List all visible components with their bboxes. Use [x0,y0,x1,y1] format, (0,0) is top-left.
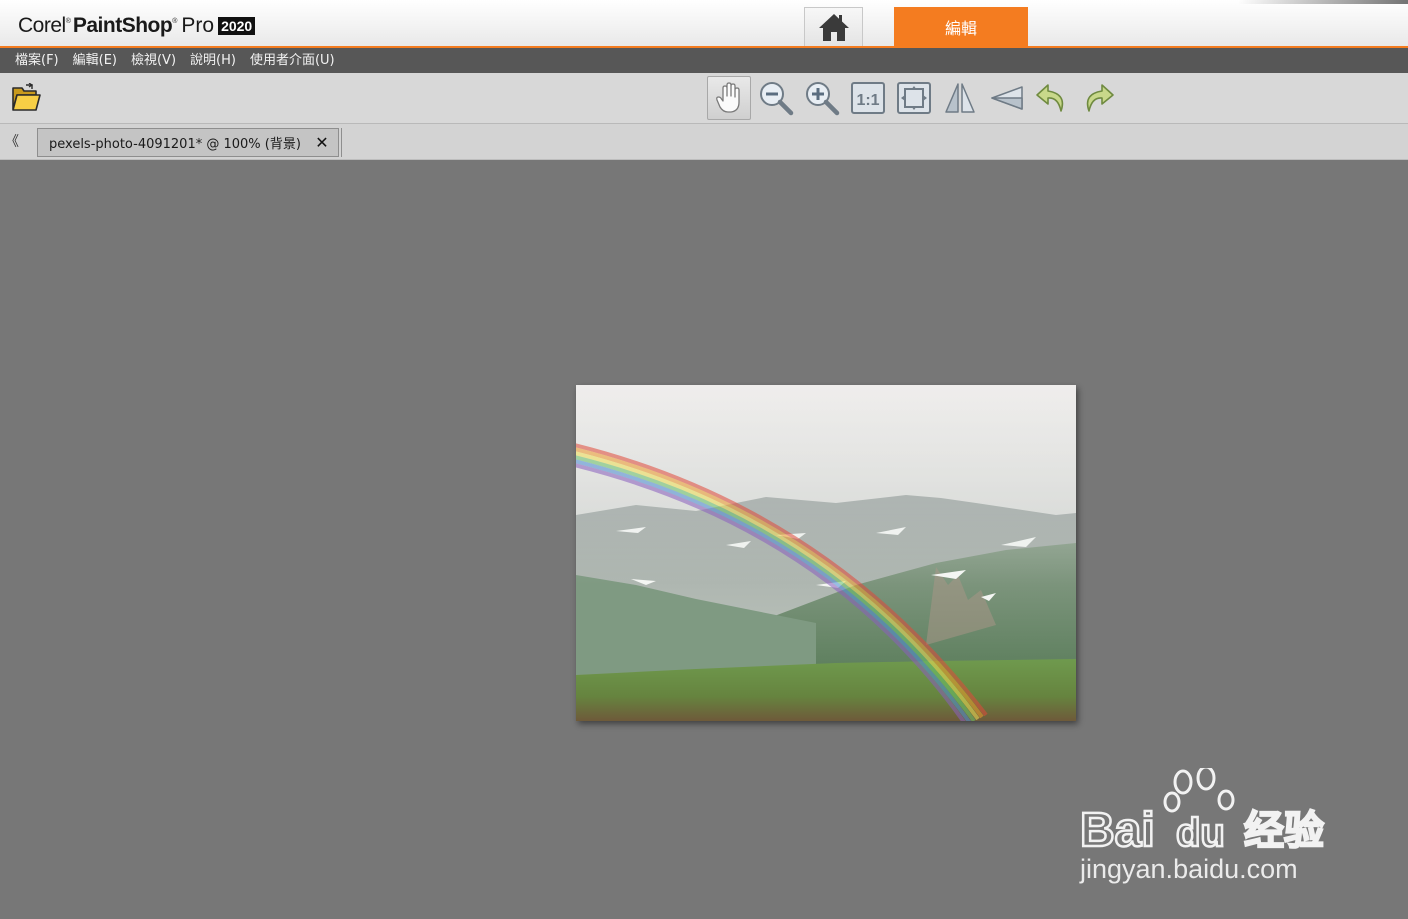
document-tab[interactable]: pexels-photo-4091201* @ 100% (背景) ✕ [37,128,339,157]
close-icon[interactable]: ✕ [312,133,332,153]
actual-size-button[interactable]: 1:1 [846,76,890,120]
zoom-out-icon [760,82,794,116]
perspective-button[interactable] [984,76,1028,120]
edit-workspace-tab[interactable]: 編輯 [894,7,1028,46]
actual-size-icon: 1:1 [851,82,885,114]
watermark-brand-cn: 经验 [1244,808,1324,854]
menu-edit[interactable]: 編輯(E) [66,48,124,73]
watermark-url: jingyan.baidu.com [1080,854,1298,884]
title-bar: Corel ® PaintShop ® Pro 2020 編輯 [0,0,1408,48]
canvas-image[interactable] [576,385,1076,721]
folder-open-icon [12,83,41,111]
menu-user-interface[interactable]: 使用者介面(U) [243,48,342,73]
flip-button[interactable] [938,76,982,120]
menu-help[interactable]: 說明(H) [183,48,243,73]
home-icon [818,14,849,41]
watermark-brand: Bai [1080,804,1155,854]
logo-year-badge: 2020 [218,17,256,35]
perspective-icon [991,86,1023,110]
window-corner-shadow [1238,0,1408,4]
menu-view[interactable]: 檢視(V) [124,48,183,73]
watermark-brand-du: du [1176,811,1225,854]
baidu-watermark: Bai du 经验 jingyan.baidu.com [1079,765,1340,898]
pan-tool-button[interactable] [707,76,751,120]
logo-corel-text: Corel [18,14,66,37]
redo-icon [1086,84,1114,112]
menu-file[interactable]: 檔案(F) [8,48,66,73]
zoom-in-icon [806,82,840,116]
tab-divider [341,128,342,157]
app-logo: Corel ® PaintShop ® Pro 2020 [18,13,256,39]
fit-to-window-icon [897,82,931,114]
open-file-button[interactable] [4,76,48,120]
fit-to-window-button[interactable] [892,76,936,120]
flip-icon [945,83,975,113]
home-button[interactable] [804,7,863,46]
zoom-in-button[interactable] [800,76,844,120]
redo-button[interactable] [1076,76,1120,120]
svg-text:1:1: 1:1 [856,92,879,109]
undo-icon [1036,84,1064,112]
toolbar: 1:1 [0,73,1408,124]
zoom-out-button[interactable] [754,76,798,120]
menu-bar: 檔案(F) 編輯(E) 檢視(V) 說明(H) 使用者介面(U) [0,48,1408,73]
undo-button[interactable] [1030,76,1074,120]
tab-scroll-left-button[interactable]: 《 [4,131,20,151]
document-tab-bar: 《 pexels-photo-4091201* @ 100% (背景) ✕ [0,124,1408,160]
logo-pro-text: Pro [181,14,215,37]
rainbow-landscape-photo [576,385,1076,721]
document-tab-label: pexels-photo-4091201* @ 100% (背景) [49,137,301,152]
baidu-paw-logo: Bai du 经验 [1079,765,1325,858]
logo-paintshop-text: PaintShop [72,14,173,37]
hand-icon [716,82,740,113]
